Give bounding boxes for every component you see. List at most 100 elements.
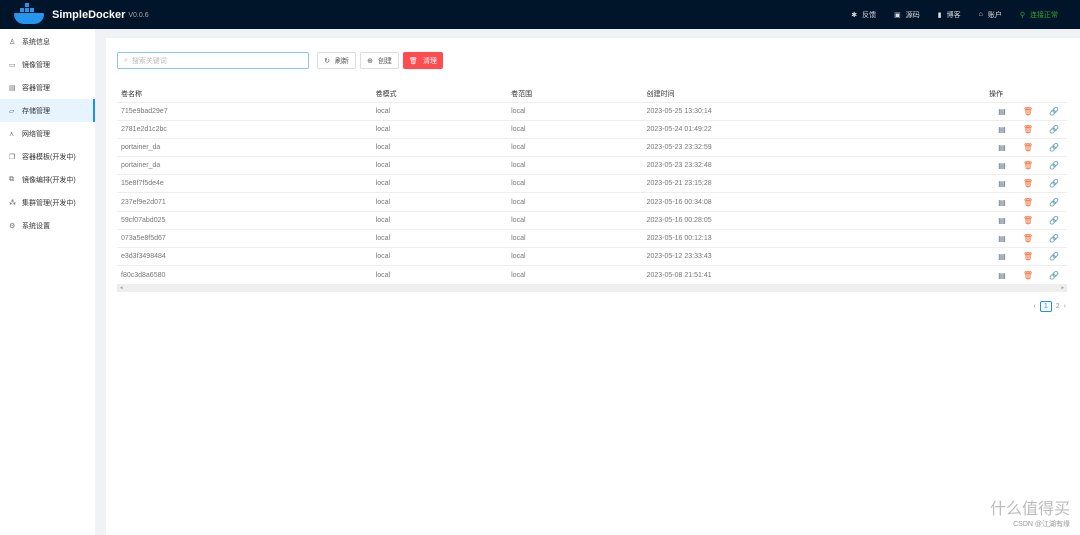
sidebar-item-5[interactable]: ❐ 容器模板(开发中)	[0, 145, 95, 168]
folder-icon: ▱	[9, 107, 15, 115]
delete-icon[interactable]: 🗑	[1015, 216, 1041, 225]
sidebar-item-2[interactable]: ▤ 容器管理	[0, 76, 95, 99]
delete-icon[interactable]: 🗑	[1015, 125, 1041, 134]
detail-icon[interactable]: ▤	[989, 234, 1015, 243]
cell: e3d3f3498484	[117, 246, 372, 266]
link-icon[interactable]: 🔗	[1041, 234, 1067, 243]
sidebar-item-label: 镜像编排(开发中)	[22, 176, 76, 184]
nav-doc[interactable]: ▮ 博客	[938, 10, 961, 20]
detail-icon[interactable]: ▤	[989, 198, 1015, 207]
link-icon[interactable]: 🔗	[1041, 161, 1067, 170]
cell: 2023-05-16 00:28:05	[642, 210, 985, 230]
cell: local	[371, 101, 508, 121]
nav-link[interactable]: ⚲ 连接正常	[1020, 10, 1058, 20]
sidebar-item-label: 存储管理	[22, 107, 50, 115]
detail-icon[interactable]: ▤	[989, 216, 1015, 225]
sidebar-item-label: 系统信息	[22, 38, 50, 46]
search-input[interactable]: ⌕ 搜索关键词	[117, 52, 309, 69]
clean-button[interactable]: 🗑 清理	[403, 52, 443, 69]
create-button[interactable]: ⊕ 创建	[360, 52, 399, 69]
actions-cell: ▤ 🗑 🔗	[985, 192, 1067, 212]
copy-icon: ❐	[9, 153, 16, 161]
detail-icon[interactable]: ▤	[989, 107, 1015, 116]
nav-label: 账户	[987, 11, 1002, 19]
detail-icon[interactable]: ▤	[989, 179, 1015, 188]
nav-home[interactable]: ⌂ 账户	[979, 10, 1002, 20]
cell: 2023-05-24 01:49:22	[642, 119, 985, 139]
cell: 2023-05-12 23:33:43	[642, 246, 985, 266]
delete-icon[interactable]: 🗑	[1015, 271, 1041, 280]
top-bar: SimpleDocker V0.0.6 ✱ 反馈 ▣ 源码 ▮ 博客 ⌂ 账户 ⚲ 连接正常	[0, 0, 1080, 29]
watermark-logo: 什么值得买	[989, 501, 1070, 518]
gear-icon: ⚙	[9, 222, 16, 230]
refresh-button[interactable]: ↻ 刷新	[317, 52, 356, 69]
cell: local	[507, 228, 643, 248]
cell: local	[507, 156, 643, 175]
watermark: 什么值得买 CSDN @江湖有缘	[990, 495, 1070, 529]
doc-icon: ▮	[937, 11, 942, 19]
detail-icon[interactable]: ▤	[989, 125, 1015, 134]
nav-code[interactable]: ▣ 源码	[894, 10, 920, 20]
actions-cell: ▤ 🗑 🔗	[985, 228, 1067, 248]
table-row: 59cf07abd025 local local 2023-05-16 00:28:0…	[117, 210, 1067, 230]
cell: 59cf07abd025	[117, 210, 372, 230]
link-icon[interactable]: 🔗	[1041, 107, 1067, 116]
delete-icon[interactable]: 🗑	[1015, 252, 1041, 261]
nav-bug[interactable]: ✱ 反馈	[851, 10, 876, 20]
delete-icon[interactable]: 🗑	[1015, 143, 1041, 152]
delete-icon[interactable]: 🗑	[1015, 107, 1041, 116]
actions-cell: ▤ 🗑 🔗	[985, 265, 1067, 284]
link-icon[interactable]: 🔗	[1041, 252, 1067, 261]
page-2[interactable]: 2	[1056, 303, 1060, 310]
bug-icon: ✱	[851, 11, 858, 19]
column-header: 操作	[985, 87, 1067, 102]
sidebar-item-label: 系统设置	[22, 222, 50, 230]
link-icon[interactable]: 🔗	[1041, 143, 1067, 152]
detail-icon[interactable]: ▤	[989, 161, 1015, 170]
plus-circle-icon: ⊕	[367, 57, 373, 65]
delete-icon[interactable]: 🗑	[1015, 198, 1041, 207]
nav-label: 连接正常	[1030, 11, 1058, 19]
link-icon[interactable]: 🔗	[1041, 125, 1067, 134]
logo[interactable]: SimpleDocker V0.0.6	[14, 2, 149, 24]
sidebar-item-label: 镜像管理	[22, 61, 50, 69]
horizontal-scrollbar[interactable]: ◂ ▸	[117, 284, 1067, 292]
delete-icon[interactable]: 🗑	[1015, 234, 1041, 243]
sidebar-item-label: 容器管理	[22, 84, 50, 92]
network-icon: ⋏	[9, 130, 15, 138]
delete-icon[interactable]: 🗑	[1015, 179, 1041, 188]
trash-icon: 🗑	[409, 57, 418, 65]
sidebar-item-4[interactable]: ⋏ 网络管理	[0, 122, 95, 145]
sidebar-item-7[interactable]: ⁂ 集群管理(开发中)	[0, 191, 95, 214]
sidebar-item-0[interactable]: ♙ 系统信息	[0, 30, 95, 53]
cell: local	[507, 101, 643, 121]
prev-page-button[interactable]: ‹	[1034, 303, 1036, 310]
actions-cell: ▤ 🗑 🔗	[985, 210, 1067, 230]
volume-table: 卷名称 卷模式 卷范围 创建时间 操作 715e9bad29e7 local local 20…	[117, 87, 1067, 284]
link-icon[interactable]: 🔗	[1041, 198, 1067, 207]
sidebar-item-1[interactable]: ▭ 镜像管理	[0, 53, 95, 76]
cell: 715e9bad29e7	[117, 101, 372, 121]
laptop-icon: ▭	[9, 61, 16, 69]
cell: 2023-05-21 23:15:28	[642, 174, 985, 193]
sidebar-item-3[interactable]: ▱ 存储管理	[0, 99, 95, 122]
sidebar-item-6[interactable]: ⧉ 镜像编排(开发中)	[0, 168, 95, 191]
sidebar-item-8[interactable]: ⚙ 系统设置	[0, 214, 95, 237]
cell: 2023-05-16 00:12:13	[642, 228, 985, 248]
table-row: 15e8f7f5de4e local local 2023-05-21 23:15:2…	[117, 174, 1067, 193]
detail-icon[interactable]: ▤	[989, 252, 1015, 261]
container-icon: ▤	[9, 84, 16, 92]
delete-icon[interactable]: 🗑	[1015, 161, 1041, 170]
detail-icon[interactable]: ▤	[989, 271, 1015, 280]
link-icon[interactable]: 🔗	[1041, 216, 1067, 225]
search-placeholder: 搜索关键词	[131, 57, 167, 65]
clean-label: 清理	[422, 57, 437, 65]
link-icon[interactable]: 🔗	[1041, 179, 1067, 188]
table-row: e3d3f3498484 local local 2023-05-12 23:33:4…	[117, 246, 1067, 266]
page-1[interactable]: 1	[1039, 301, 1052, 312]
refresh-icon: ↻	[324, 57, 330, 65]
link-icon[interactable]: 🔗	[1041, 271, 1067, 280]
next-page-button[interactable]: ›	[1064, 303, 1066, 310]
detail-icon[interactable]: ▤	[989, 143, 1015, 152]
cell: local	[371, 228, 508, 248]
